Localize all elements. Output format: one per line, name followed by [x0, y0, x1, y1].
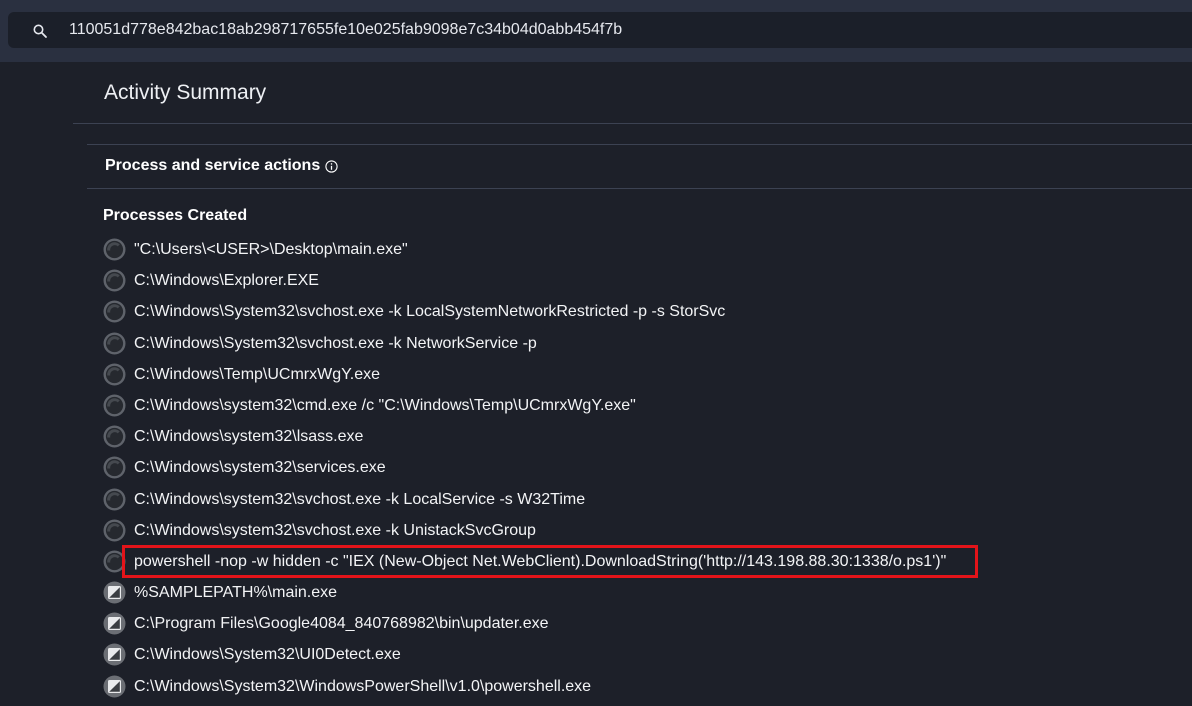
process-command[interactable]: C:\Windows\System32\svchost.exe -k Local…	[134, 302, 725, 322]
process-command[interactable]: C:\Windows\system32\lsass.exe	[134, 427, 363, 447]
processes-created-heading: Processes Created	[103, 207, 248, 224]
process-icon	[103, 332, 126, 355]
process-icon	[103, 456, 126, 479]
executable-icon	[103, 581, 126, 604]
process-icon	[103, 300, 126, 323]
process-icon	[103, 519, 126, 542]
process-row[interactable]: C:\Program Files\Google4084_840768982\bi…	[103, 608, 1183, 639]
process-list: "C:\Users\<USER>\Desktop\main.exe" C:\Win…	[103, 234, 1183, 702]
process-row[interactable]: C:\Windows\System32\WindowsPowerShell\v1…	[103, 671, 1183, 702]
process-row[interactable]: "C:\Users\<USER>\Desktop\main.exe"	[103, 234, 1183, 265]
process-row[interactable]: C:\Windows\System32\svchost.exe -k Local…	[103, 296, 1183, 327]
executable-icon	[103, 612, 126, 635]
highlight-box	[122, 545, 978, 578]
page-title: Activity Summary	[104, 81, 267, 104]
process-icon	[103, 238, 126, 261]
process-row[interactable]: C:\Windows\system32\svchost.exe -k Unist…	[103, 515, 1183, 546]
section-title: Process and service actions	[105, 157, 321, 174]
process-command[interactable]: C:\Windows\system32\svchost.exe -k Unist…	[134, 521, 536, 541]
process-icon	[103, 425, 126, 448]
process-command[interactable]: C:\Windows\System32\WindowsPowerShell\v1…	[134, 677, 591, 697]
info-icon[interactable]	[325, 160, 338, 173]
divider	[73, 123, 1192, 124]
executable-icon	[103, 643, 126, 666]
process-icon	[103, 363, 126, 386]
divider	[87, 188, 1192, 189]
search-icon[interactable]	[32, 23, 48, 39]
search-bar[interactable]: 110051d778e842bac18ab298717655fe10e025fa…	[8, 12, 1192, 48]
process-icon	[103, 488, 126, 511]
process-row[interactable]: C:\Windows\Temp\UCmrxWgY.exe	[103, 359, 1183, 390]
process-row[interactable]: C:\Windows\system32\svchost.exe -k Local…	[103, 484, 1183, 515]
process-command[interactable]: C:\Windows\system32\svchost.exe -k Local…	[134, 490, 585, 510]
process-row[interactable]: C:\Windows\System32\svchost.exe -k Netwo…	[103, 328, 1183, 359]
executable-icon	[103, 675, 126, 698]
process-row[interactable]: C:\Windows\System32\UI0Detect.exe	[103, 639, 1183, 670]
top-bar: 110051d778e842bac18ab298717655fe10e025fa…	[0, 0, 1192, 62]
process-command[interactable]: C:\Windows\Temp\UCmrxWgY.exe	[134, 365, 380, 385]
process-command[interactable]: C:\Windows\System32\UI0Detect.exe	[134, 645, 401, 665]
process-icon	[103, 269, 126, 292]
process-row[interactable]: C:\Windows\system32\cmd.exe /c "C:\Windo…	[103, 390, 1183, 421]
process-row[interactable]: C:\Windows\system32\services.exe	[103, 452, 1183, 483]
process-command[interactable]: C:\Windows\system32\cmd.exe /c "C:\Windo…	[134, 396, 636, 416]
process-command[interactable]: C:\Windows\system32\services.exe	[134, 458, 386, 478]
process-row[interactable]: C:\Windows\system32\lsass.exe	[103, 421, 1183, 452]
process-command[interactable]: C:\Program Files\Google4084_840768982\bi…	[134, 614, 549, 634]
process-row[interactable]: %SAMPLEPATH%\main.exe	[103, 577, 1183, 608]
process-command[interactable]: "C:\Users\<USER>\Desktop\main.exe"	[134, 240, 408, 260]
process-icon	[103, 394, 126, 417]
search-input[interactable]: 110051d778e842bac18ab298717655fe10e025fa…	[69, 20, 622, 40]
divider	[87, 144, 1192, 145]
process-row[interactable]: C:\Windows\Explorer.EXE	[103, 265, 1183, 296]
process-command[interactable]: C:\Windows\Explorer.EXE	[134, 271, 319, 291]
process-command[interactable]: %SAMPLEPATH%\main.exe	[134, 583, 337, 603]
process-command[interactable]: C:\Windows\System32\svchost.exe -k Netwo…	[134, 334, 537, 354]
